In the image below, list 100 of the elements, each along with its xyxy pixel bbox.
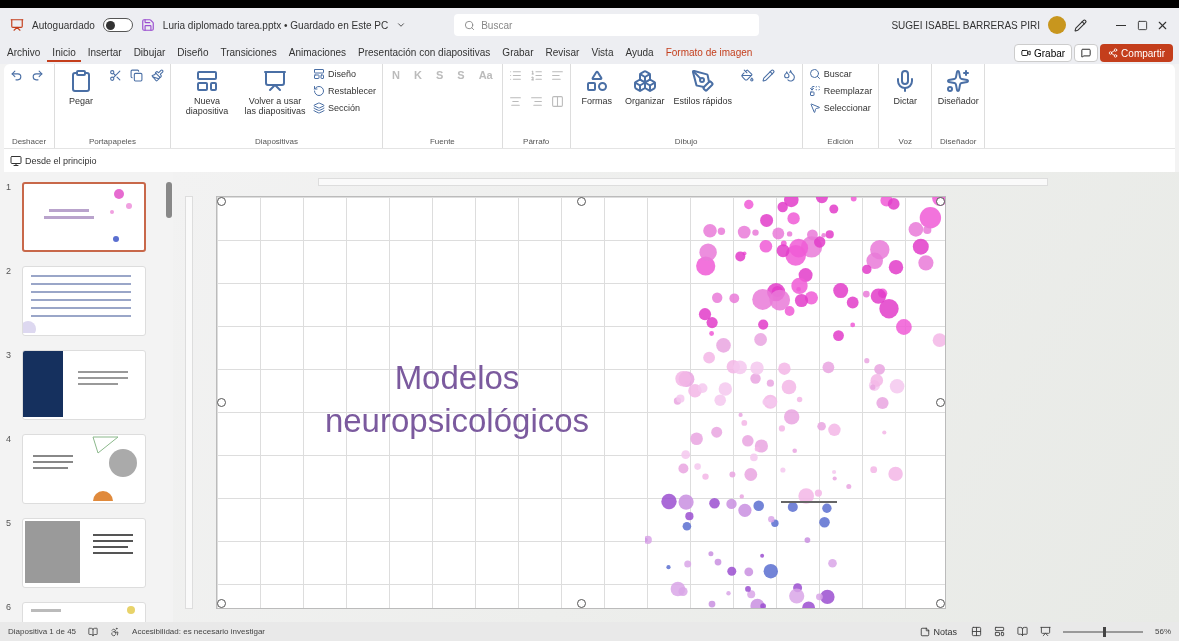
minimize-icon[interactable] (1116, 24, 1126, 26)
ribbon-tab[interactable]: Transiciones (215, 44, 282, 62)
group-label: Fuente (428, 137, 456, 146)
ribbon-button[interactable]: Diseño (311, 67, 379, 81)
comments-button[interactable] (1074, 44, 1099, 62)
resize-handle[interactable] (936, 197, 945, 206)
from-beginning-button[interactable]: Desde el principio (8, 153, 99, 168)
reading-view-icon (1017, 626, 1028, 637)
ribbon-button[interactable]: Pegar (59, 67, 103, 108)
group-label: Diapositivas (253, 137, 300, 146)
ribbon-tab[interactable]: Formato de imagen (660, 44, 758, 62)
paintbrush-button[interactable] (149, 67, 166, 84)
ribbon-tab[interactable]: Ayuda (620, 44, 659, 62)
slide-number: 4 (6, 434, 12, 446)
ribbon-button[interactable]: Sección (311, 101, 379, 115)
ribbon-tab[interactable]: Inicio (47, 44, 81, 62)
resize-handle[interactable] (936, 398, 945, 407)
slideshow-view-icon (1040, 626, 1051, 637)
slides-icon (263, 69, 287, 93)
spelling-icon (88, 626, 99, 637)
autosave-toggle[interactable] (102, 18, 133, 32)
styles-icon (690, 69, 715, 93)
group-label: Párrafo (522, 137, 551, 146)
ribbon-tab[interactable]: Dibujar (128, 44, 171, 62)
arrange-icon (632, 69, 657, 93)
slide-number: 1 (6, 182, 12, 194)
copy-button[interactable] (128, 67, 145, 84)
group-label: Deshacer (10, 137, 48, 146)
slide-count: Diapositiva 1 de 45 (8, 627, 77, 636)
slide-number: 6 (6, 602, 12, 614)
undo-icon (10, 69, 23, 82)
fill-icon (740, 69, 754, 82)
section-icon (313, 102, 325, 114)
comment-icon (1081, 48, 1092, 58)
ribbon-button[interactable]: Diseñador (936, 67, 981, 108)
resize-handle[interactable] (217, 398, 226, 407)
outline-button[interactable] (759, 67, 777, 84)
search-field[interactable]: Buscar (454, 14, 760, 36)
ribbon-tab[interactable]: Grabar (497, 44, 539, 62)
slide-number: 3 (6, 350, 12, 362)
restore-icon (1137, 19, 1148, 31)
slide-number: 5 (6, 518, 12, 530)
resize-handle[interactable] (217, 197, 226, 206)
record-button[interactable]: Grabar (1013, 44, 1073, 62)
ribbon-button[interactable]: Dictar (883, 67, 928, 108)
ribbon-tab[interactable]: Presentación con diapositivas (353, 44, 496, 62)
align-center-icon (508, 95, 522, 108)
ribbon-tab[interactable]: Vista (586, 44, 619, 62)
ribbon-tab[interactable]: Diseño (172, 44, 214, 62)
group-label: Voz (897, 137, 913, 146)
pen-icon (1074, 18, 1087, 32)
clipboard-icon (69, 69, 93, 93)
resize-handle[interactable] (576, 197, 586, 206)
numbering-icon (529, 69, 543, 82)
normal-view-icon (971, 626, 982, 637)
effects-icon (782, 69, 796, 82)
columns-icon (550, 95, 564, 108)
ribbon-tab[interactable]: Animaciones (283, 44, 352, 62)
paintbrush-icon (151, 69, 164, 82)
scrollbar-thumb[interactable] (166, 182, 172, 218)
group-label: Dibujo (673, 137, 699, 146)
ribbon-tab[interactable]: Archivo (2, 44, 46, 62)
group-label: Edición (826, 137, 855, 146)
reset-icon (313, 85, 325, 97)
slide-number: 2 (6, 266, 12, 278)
resize-handle[interactable] (217, 599, 226, 608)
notes-icon (920, 626, 931, 637)
align-left-icon (550, 69, 564, 82)
ribbon-button[interactable]: Formas (574, 67, 619, 108)
shapes-icon (584, 69, 609, 93)
resize-handle[interactable] (936, 599, 945, 608)
ribbon-button[interactable]: Volver a usar las diapositivas (243, 67, 307, 118)
ribbon-button[interactable]: Organizar (622, 67, 667, 108)
save-icon (140, 18, 155, 32)
ribbon-button[interactable]: Estilos rápidos (670, 67, 735, 108)
ribbon-button[interactable]: Buscar (806, 67, 875, 81)
ribbon-tab[interactable]: Revisar (540, 44, 585, 62)
ribbon-button[interactable]: Reemplazar (806, 84, 875, 98)
designer-icon (946, 69, 971, 93)
ribbon-button[interactable]: Seleccionar (806, 101, 875, 115)
resize-handle[interactable] (576, 599, 586, 608)
notes-button[interactable]: Notas (918, 625, 959, 638)
copy-icon (130, 69, 143, 82)
ribbon-tab[interactable]: Insertar (82, 44, 127, 62)
zoom-level[interactable]: 56% (1155, 627, 1171, 636)
slide-title: Modelos neuropsicológicos (323, 358, 591, 441)
accessibility-status[interactable]: Accesibilidad: es necesario investigar (132, 627, 265, 636)
share-button[interactable]: Compartir (1100, 44, 1173, 62)
sorter-view-icon (994, 626, 1005, 637)
user-name: SUGEI ISABEL BARRERAS PIRI (891, 19, 1040, 31)
ribbon-button[interactable]: Nueva diapositiva (175, 67, 239, 118)
search-icon (808, 68, 821, 80)
replace-icon (808, 85, 821, 97)
record-icon (1020, 48, 1031, 58)
fill-button[interactable] (738, 67, 756, 84)
avatar-icon[interactable] (1048, 16, 1066, 34)
layout-icon (313, 68, 325, 80)
cut-icon (109, 69, 122, 82)
ribbon-button[interactable]: Restablecer (311, 84, 379, 98)
group-label: Diseñador (939, 137, 978, 146)
